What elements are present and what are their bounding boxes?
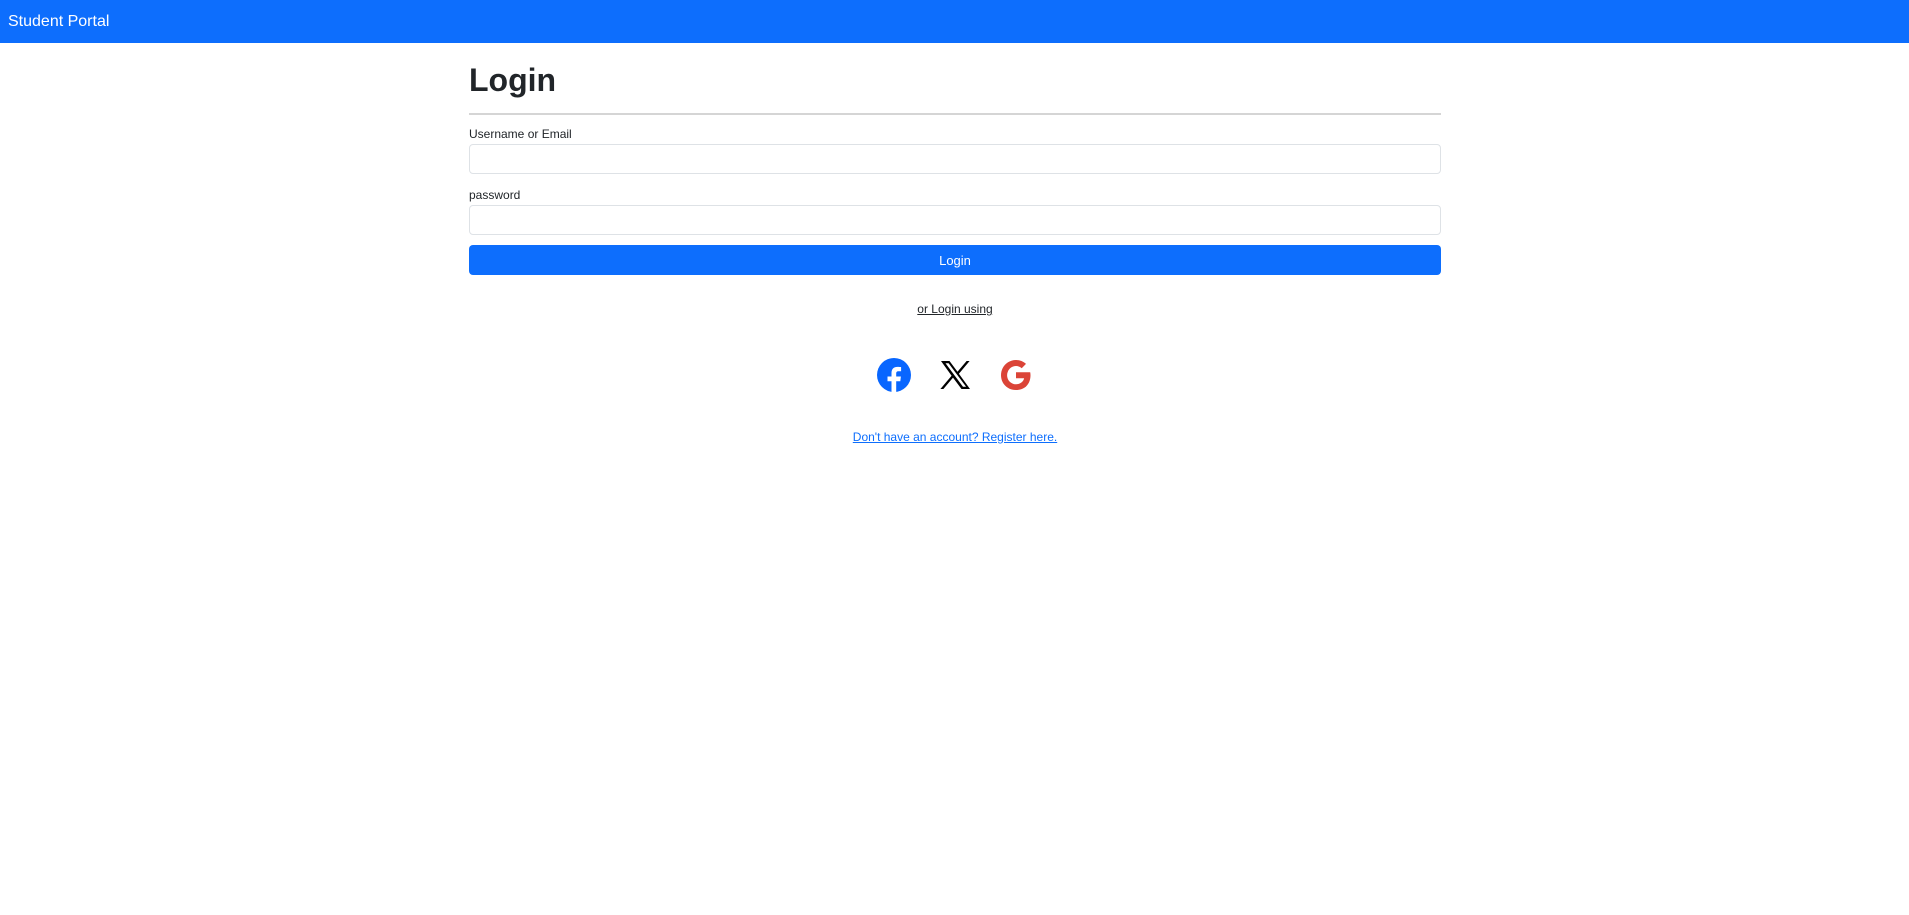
social-login-row (469, 357, 1441, 393)
username-label: Username or Email (469, 127, 572, 141)
password-label: password (469, 188, 521, 202)
register-section: Don't have an account? Register here. (469, 430, 1441, 445)
brand-link[interactable]: Student Portal (8, 13, 109, 31)
facebook-icon[interactable] (876, 357, 912, 393)
password-input[interactable] (469, 205, 1441, 235)
username-input[interactable] (469, 144, 1441, 174)
login-form: Username or Email password Login (469, 127, 1441, 275)
login-container: Login Username or Email password Login o… (469, 43, 1441, 445)
google-icon[interactable] (998, 357, 1034, 393)
login-button[interactable]: Login (469, 245, 1441, 275)
top-navbar: Student Portal (0, 0, 1909, 43)
or-login-link[interactable]: or Login using (917, 302, 992, 316)
title-divider (469, 113, 1441, 115)
or-login-section: or Login using (469, 302, 1441, 317)
page-title: Login (469, 62, 557, 98)
register-link[interactable]: Don't have an account? Register here. (853, 430, 1057, 444)
x-icon[interactable] (937, 357, 973, 393)
